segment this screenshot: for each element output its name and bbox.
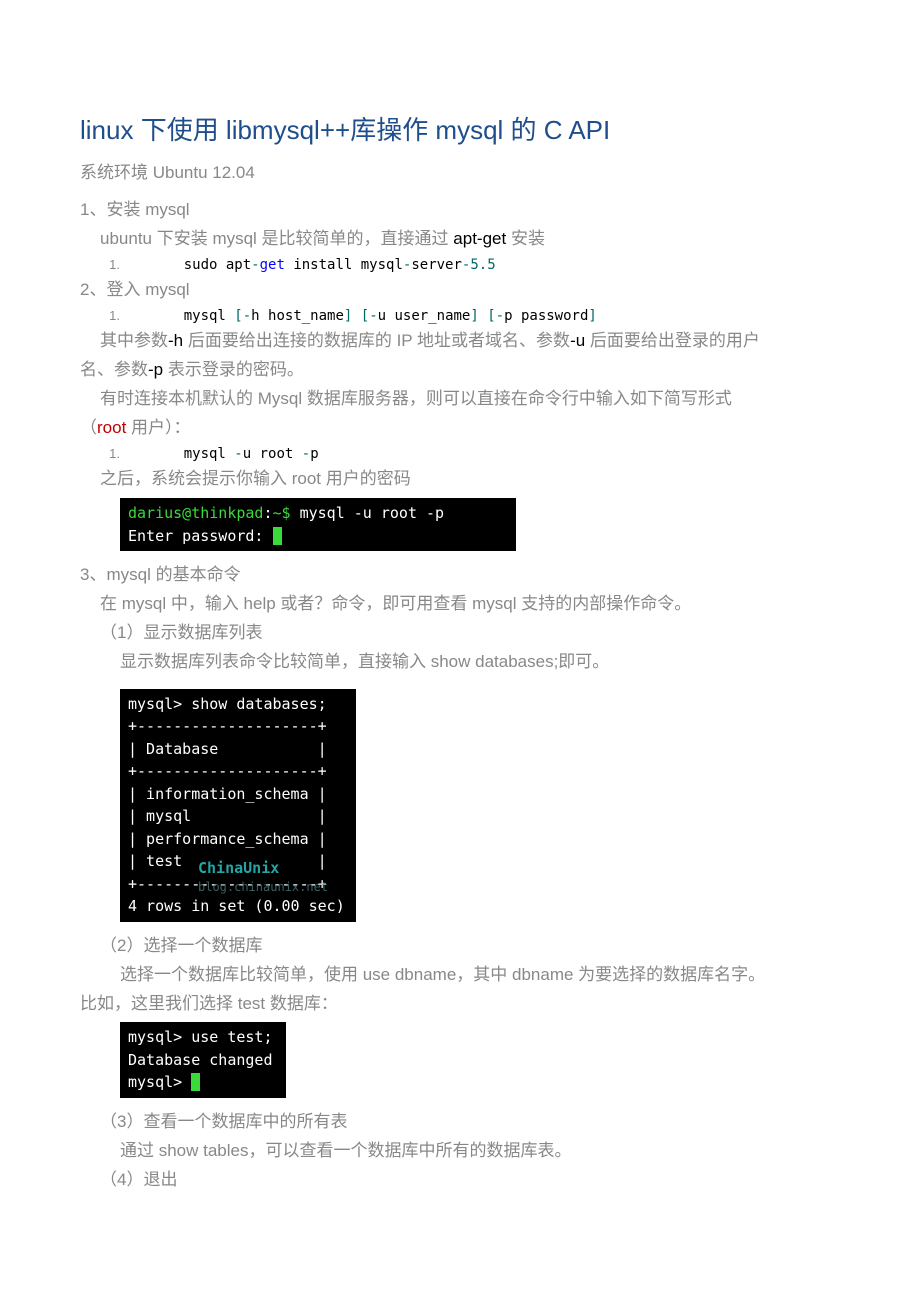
t: -p [148, 360, 163, 379]
s3-num: 3、 [80, 565, 106, 584]
t: 名、参数 [80, 360, 148, 379]
s1-num: 1、 [80, 200, 106, 219]
t: apt-get [453, 229, 506, 248]
line-num: 1. [80, 444, 150, 465]
s3-sub4: （4）退出 [80, 1166, 840, 1195]
t: [ [234, 308, 242, 324]
page-title: linux 下使用 libmysql++库操作 mysql 的 C API [80, 110, 840, 147]
s3-heading: 3、mysql 的基本命令 [80, 561, 840, 590]
s2-code2: 1. mysql -u root -p [80, 443, 840, 465]
t: 后面要给出登录的用户 [585, 331, 760, 350]
t: server [411, 257, 462, 273]
s3-sub2: （2）选择一个数据库 [80, 932, 840, 961]
s2-p2: 名、参数-p 表示登录的密码。 [80, 356, 840, 385]
t: 用户）： [126, 418, 190, 437]
s3-sub2-p1: 选择一个数据库比较简单，使用 use dbname，其中 dbname 为要选择… [80, 961, 840, 990]
t [479, 308, 487, 324]
t: p [310, 446, 318, 462]
s3-sub2-p2: 比如，这里我们选择 test 数据库： [80, 990, 840, 1019]
t: mysql> use test; [128, 1028, 273, 1046]
t: 选择一个数据库 [143, 936, 262, 955]
t: - [234, 446, 242, 462]
t: -u [570, 331, 585, 350]
s3-sub1: （1）显示数据库列表 [80, 619, 840, 648]
document-page: linux 下使用 libmysql++库操作 mysql 的 C API 系统… [0, 0, 920, 1235]
t: Database changed [128, 1051, 273, 1069]
t: （ [80, 418, 97, 437]
s2-heading: 2、登入 mysql [80, 276, 840, 305]
s3-sub3: （3）查看一个数据库中的所有表 [80, 1108, 840, 1137]
s1-heading-text: 安装 mysql [106, 200, 189, 219]
s2-p5: 之后，系统会提示你输入 root 用户的密码 [80, 465, 840, 494]
s3-sub3-p: 通过 show tables，可以查看一个数据库中所有的数据库表。 [80, 1137, 840, 1166]
terminal-1: darius@thinkpad:~$ mysql -u root -p Ente… [120, 498, 516, 551]
prompt-user: darius@thinkpad [128, 504, 263, 522]
t: - [496, 308, 504, 324]
s2-num: 2、 [80, 280, 106, 299]
t: p password [504, 308, 588, 324]
s3-heading-text: mysql 的基本命令 [106, 565, 240, 584]
t: u user_name [378, 308, 471, 324]
t [352, 308, 360, 324]
t: ubuntu 下安装 mysql 是比较简单的，直接通过 [100, 229, 453, 248]
t: - [302, 446, 310, 462]
t: （1） [100, 623, 143, 642]
s2-p3: 有时连接本机默认的 Mysql 数据库服务器，则可以直接在命令行中输入如下简写形… [80, 385, 840, 414]
t: root [97, 418, 126, 437]
cursor-icon [191, 1073, 200, 1091]
t: - [369, 308, 377, 324]
t: ~$ [273, 504, 291, 522]
t: mysql [150, 446, 234, 462]
t: 后面要给出连接的数据库的 IP 地址或者域名、参数 [183, 331, 570, 350]
t: get [260, 257, 285, 273]
t: -h [168, 331, 183, 350]
t: u root [243, 446, 302, 462]
t: : [263, 504, 272, 522]
t: mysql [150, 308, 234, 324]
t: [ [487, 308, 495, 324]
t: - [243, 308, 251, 324]
line-num: 1. [80, 306, 150, 327]
t: Enter password: [128, 527, 273, 545]
t: ] [588, 308, 596, 324]
t: mysql> [128, 1073, 191, 1091]
s2-p4: （root 用户）： [80, 414, 840, 443]
s2-p1: 其中参数-h 后面要给出连接的数据库的 IP 地址或者域名、参数-u 后面要给出… [80, 327, 840, 356]
s2-heading-text: 登入 mysql [106, 280, 189, 299]
t: [ [361, 308, 369, 324]
s1-line1: ubuntu 下安装 mysql 是比较简单的，直接通过 apt-get 安装 [80, 225, 840, 254]
cursor-icon [273, 527, 282, 545]
t: ] [470, 308, 478, 324]
t: 安装 [506, 229, 545, 248]
t: 查看一个数据库中的所有表 [143, 1112, 347, 1131]
s3-p1: 在 mysql 中，输入 help 或者？命令，即可用查看 mysql 支持的内… [80, 590, 840, 619]
t: （2） [100, 936, 143, 955]
watermark: ChinaUnix [198, 857, 279, 880]
t: 显示数据库列表 [143, 623, 262, 642]
t: （3） [100, 1112, 143, 1131]
t: - [251, 257, 259, 273]
env-line: 系统环境 Ubuntu 12.04 [80, 159, 840, 188]
t: mysql -u root -p [291, 504, 445, 522]
t: （4） [100, 1170, 143, 1189]
t: install mysql [285, 257, 403, 273]
terminal-3: mysql> use test; Database changed mysql> [120, 1022, 286, 1098]
s3-sub1-p: 显示数据库列表命令比较简单，直接输入 show databases;即可。 [80, 648, 840, 677]
t: h host_name [251, 308, 344, 324]
watermark2: blog.chinaunix.net [198, 878, 328, 896]
t: 表示登录的密码。 [163, 360, 304, 379]
terminal-2: mysql> show databases; +----------------… [120, 689, 356, 922]
t: 其中参数 [100, 331, 168, 350]
s1-code: 1. sudo apt-get install mysql-server-5.5 [80, 254, 840, 276]
t: sudo apt [150, 257, 251, 273]
s2-code1: 1. mysql [-h host_name] [-u user_name] [… [80, 305, 840, 327]
t: 退出 [143, 1170, 177, 1189]
line-num: 1. [80, 255, 150, 276]
s1-heading: 1、安装 mysql [80, 196, 840, 225]
t: 5.5 [470, 257, 495, 273]
